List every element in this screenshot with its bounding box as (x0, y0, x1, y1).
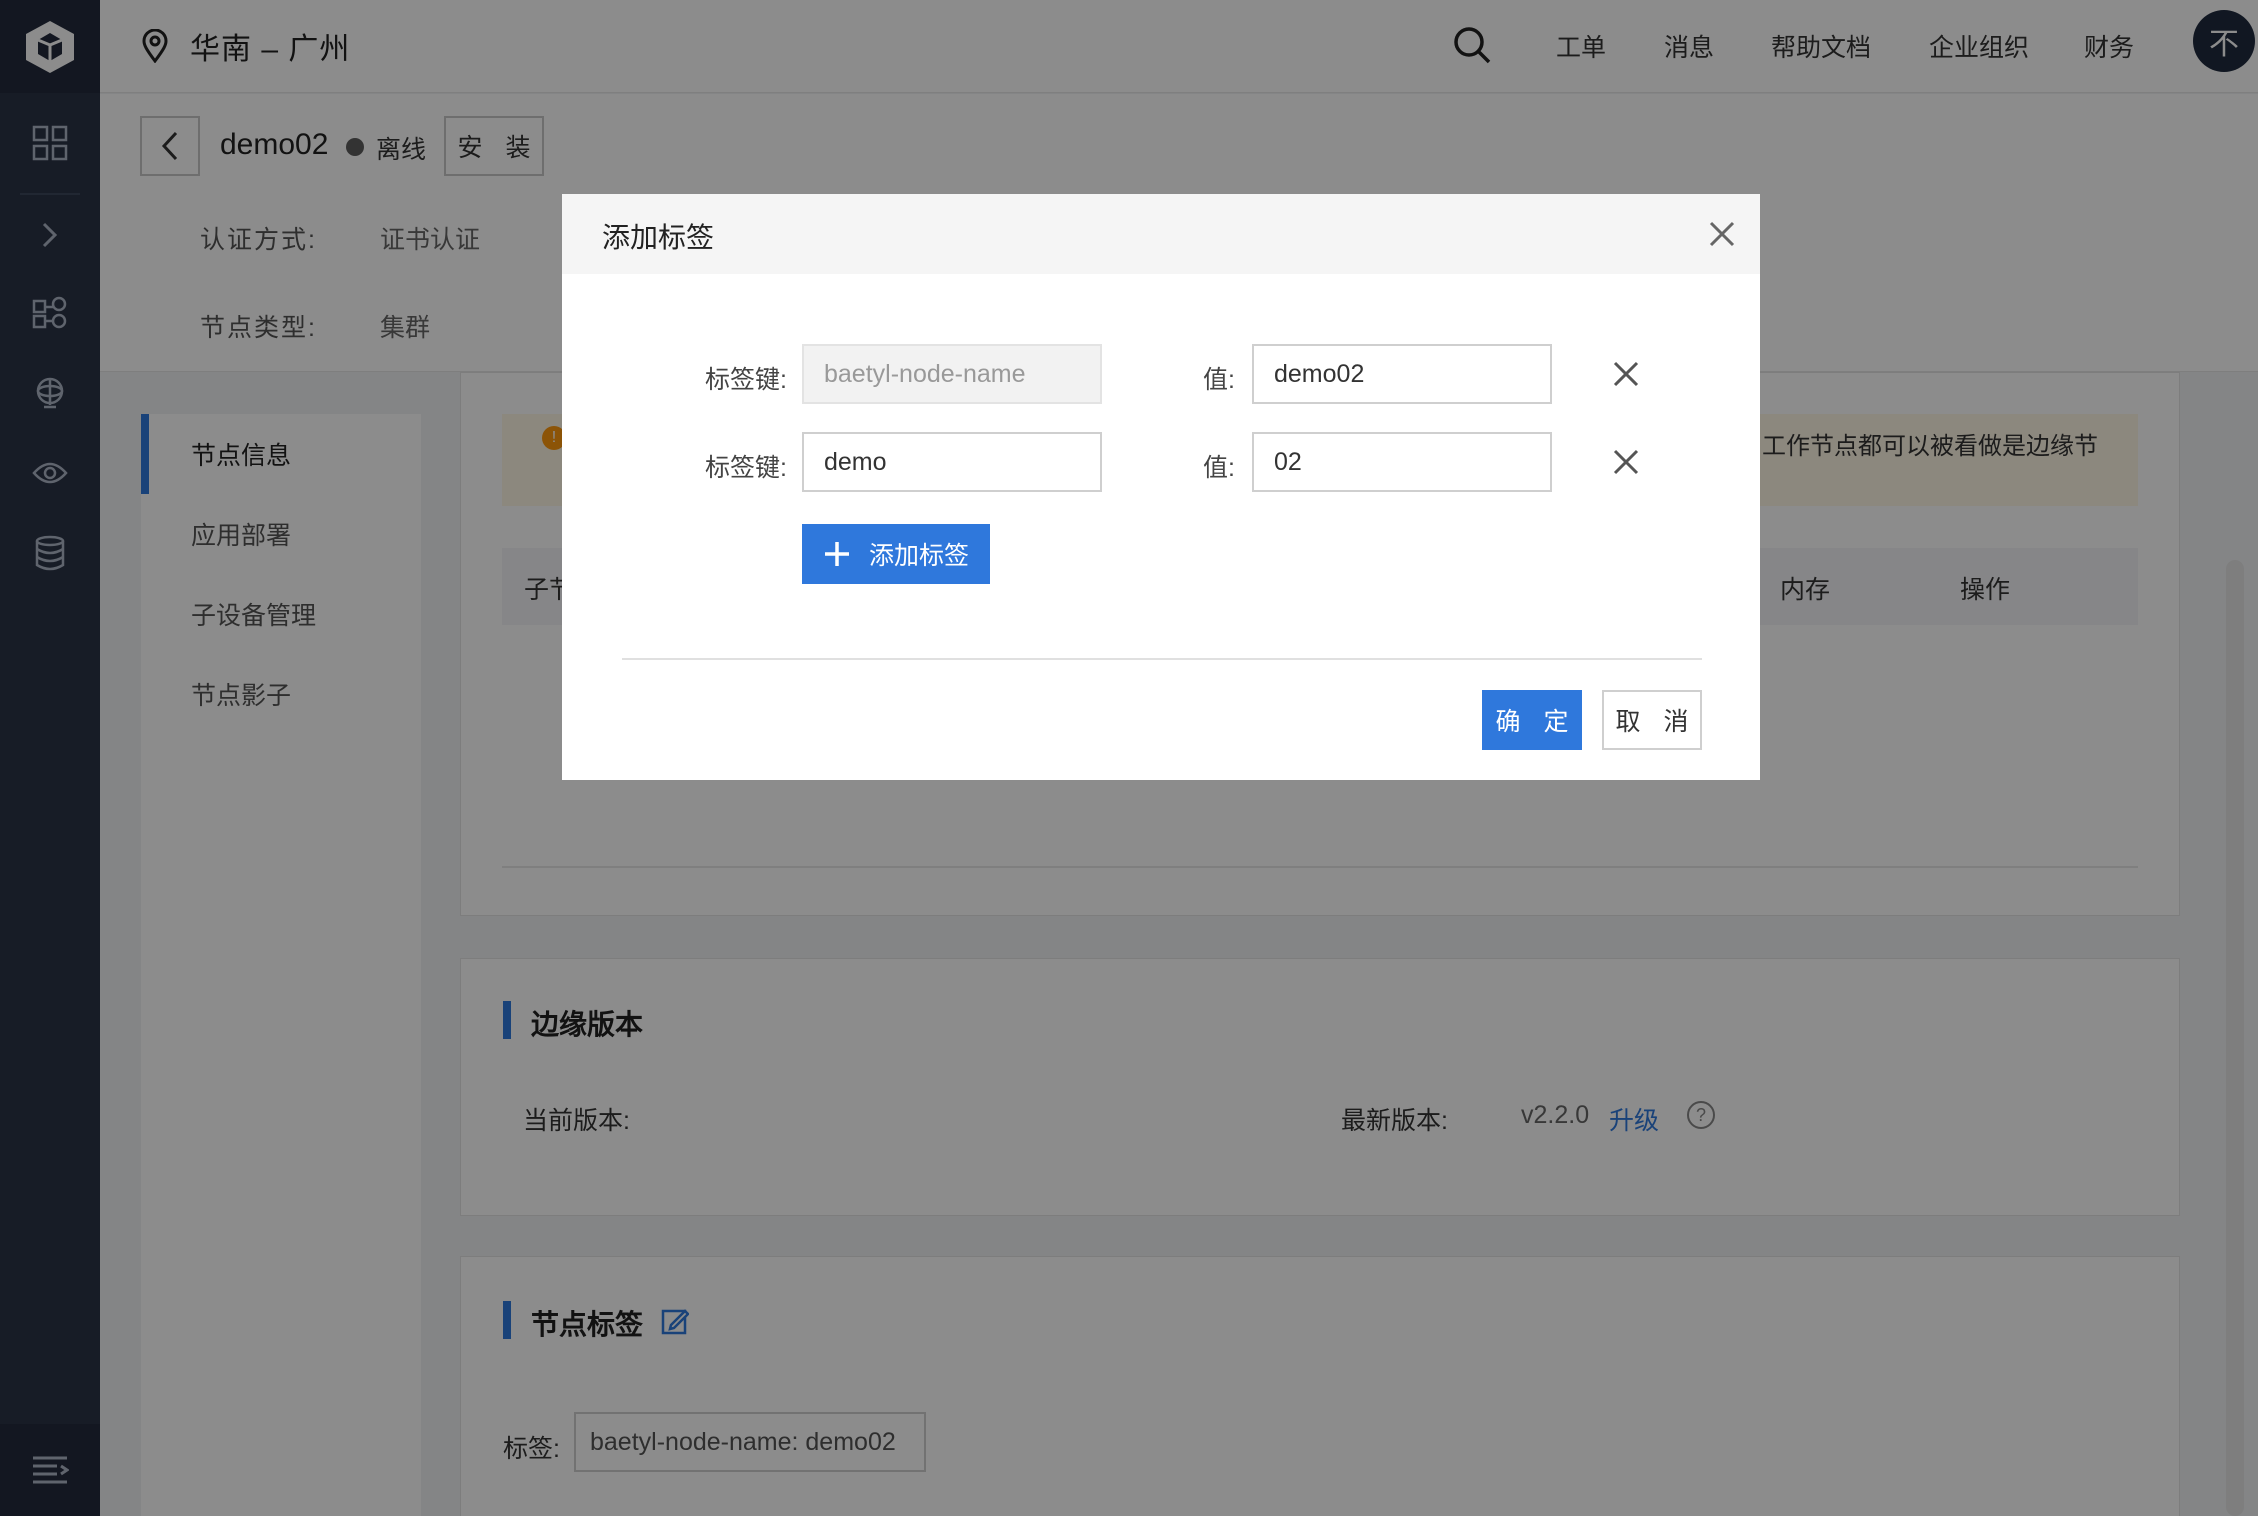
cancel-button[interactable]: 取 消 (1602, 690, 1702, 750)
tag-key-label: 标签键: (705, 454, 787, 482)
confirm-button[interactable]: 确 定 (1482, 690, 1582, 750)
add-tag-dialog: 添加标签 标签键: 值: 标签键: 值: 添加标签 确 定 取 消 (562, 194, 1760, 780)
tag-value-label: 值: (1203, 454, 1235, 482)
close-icon[interactable] (1702, 214, 1742, 254)
dialog-header: 添加标签 (562, 194, 1760, 274)
tag-key-label: 标签键: (705, 366, 787, 394)
plus-icon (824, 542, 849, 566)
tag-value-input[interactable] (1252, 432, 1552, 492)
add-tag-button-label: 添加标签 (868, 542, 969, 570)
tag-value-label: 值: (1203, 366, 1235, 394)
tag-key-input[interactable] (802, 432, 1102, 492)
add-tag-button[interactable]: 添加标签 (802, 524, 990, 584)
tag-value-input[interactable] (1252, 344, 1552, 404)
dialog-divider (622, 658, 1702, 660)
tag-key-input (802, 344, 1102, 404)
delete-row-icon[interactable] (1606, 442, 1646, 482)
delete-row-icon[interactable] (1606, 354, 1646, 394)
dialog-title: 添加标签 (602, 222, 715, 253)
